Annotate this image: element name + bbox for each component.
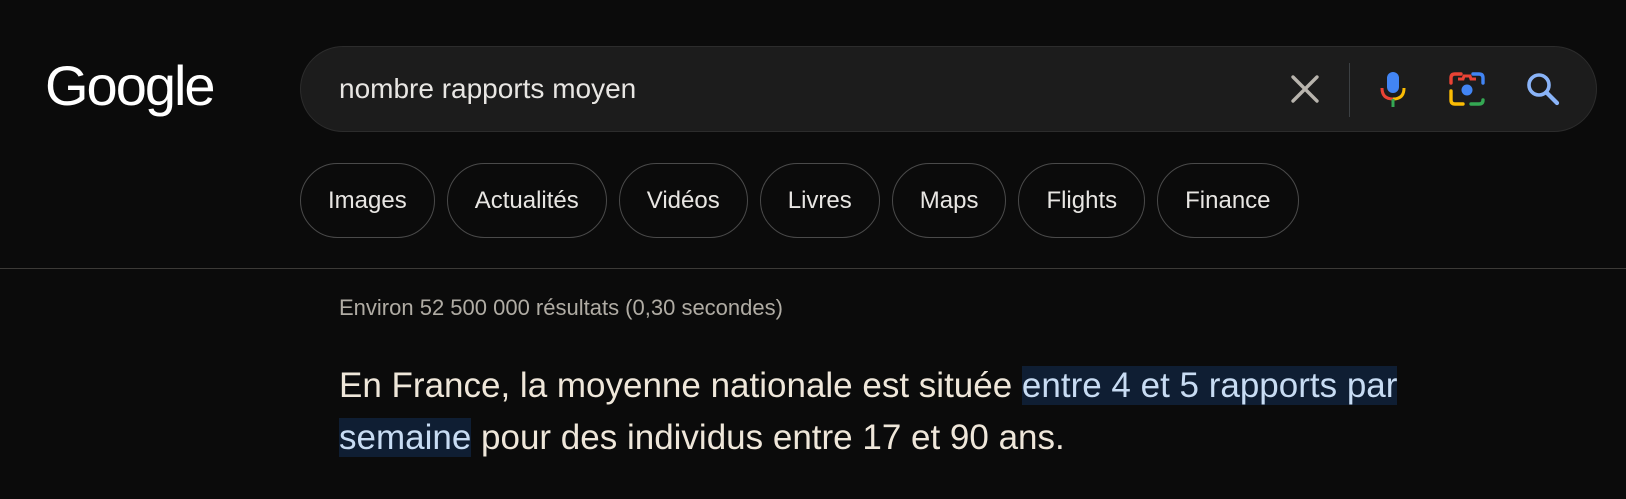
chip-flights[interactable]: Flights: [1018, 163, 1146, 238]
camera-lens-icon[interactable]: [1447, 69, 1487, 109]
close-icon[interactable]: [1285, 69, 1325, 109]
mic-icon[interactable]: [1373, 69, 1413, 109]
chip-finance[interactable]: Finance: [1157, 163, 1299, 238]
header-divider: [0, 268, 1626, 269]
chip-actualites[interactable]: Actualités: [446, 163, 607, 238]
chip-maps[interactable]: Maps: [891, 163, 1007, 238]
search-filter-chips: Images Actualités Vidéos Livres Maps Fli…: [300, 163, 1299, 238]
search-box-divider: [1349, 63, 1350, 117]
search-results-page: Google nombre rapports moyen Images Actu…: [0, 0, 1626, 499]
chip-livres[interactable]: Livres: [759, 163, 880, 238]
answer-text-before: En France, la moyenne nationale est situ…: [339, 366, 1022, 405]
search-icon[interactable]: [1523, 69, 1563, 109]
featured-snippet-answer: En France, la moyenne nationale est situ…: [339, 360, 1489, 464]
result-stats: Environ 52 500 000 résultats (0,30 secon…: [339, 295, 783, 320]
chip-images[interactable]: Images: [300, 163, 435, 238]
chip-videos[interactable]: Vidéos: [618, 163, 748, 238]
google-logo[interactable]: Google: [45, 58, 216, 114]
answer-text-after: pour des individus entre 17 et 90 ans.: [471, 418, 1065, 457]
search-box[interactable]: [300, 46, 1597, 132]
search-input[interactable]: [339, 47, 1219, 131]
